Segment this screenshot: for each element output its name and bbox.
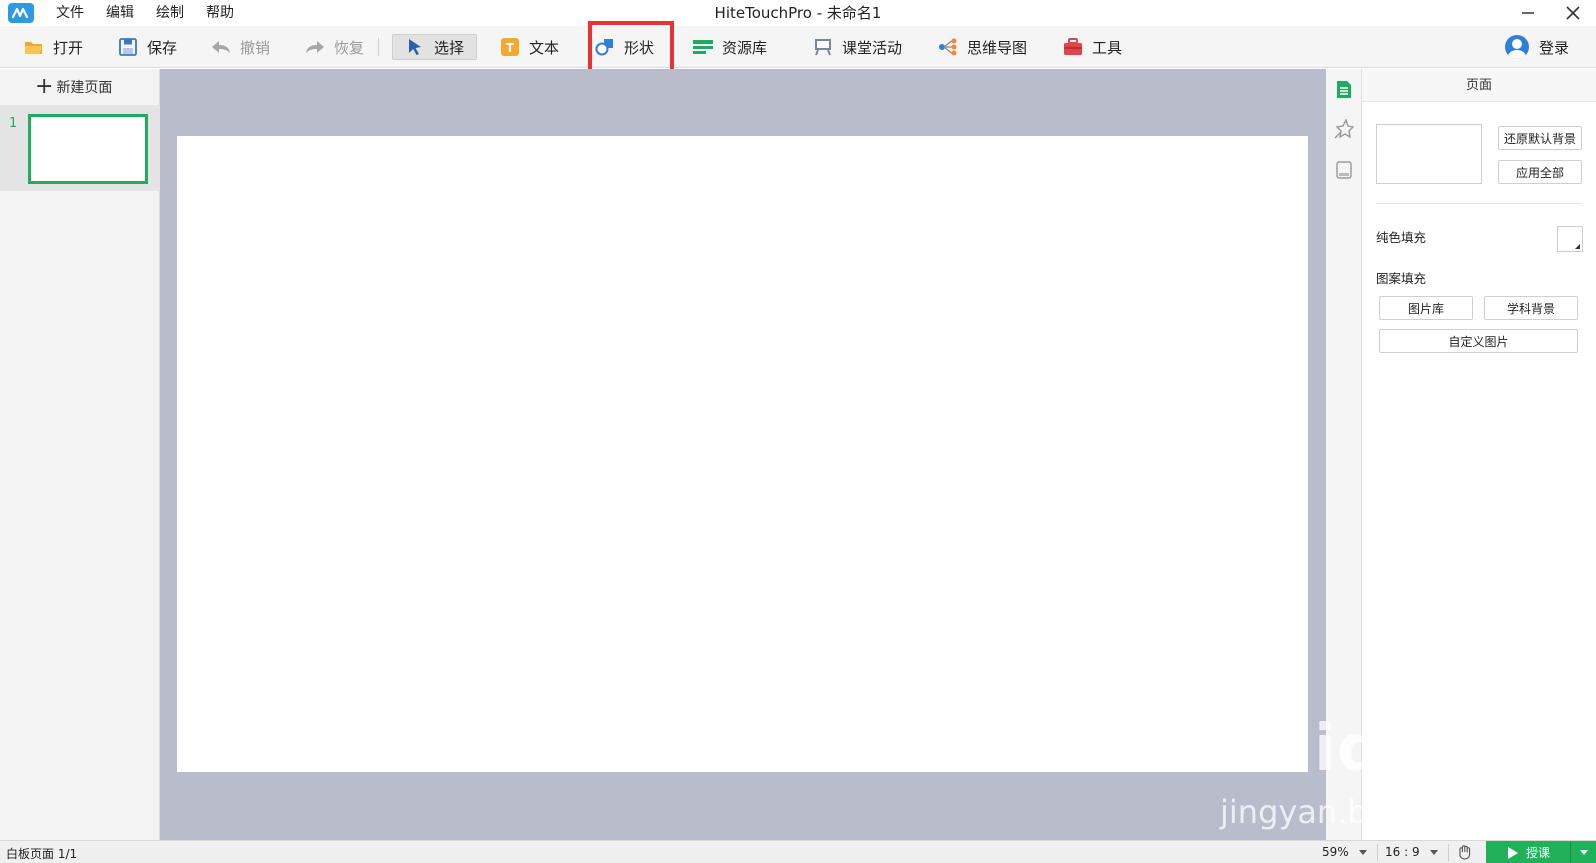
minimize-button[interactable] [1505, 0, 1551, 26]
page-number: 1 [9, 116, 18, 131]
activity-button[interactable]: 课堂活动 [813, 34, 902, 60]
teach-label: 授课 [1526, 846, 1551, 860]
mindmap-icon [938, 37, 958, 57]
login-label: 登录 [1539, 38, 1570, 57]
page-list-item[interactable]: 1 [0, 105, 160, 191]
folder-icon [24, 37, 44, 57]
book-icon[interactable] [1334, 160, 1354, 180]
image-gallery-button[interactable]: 图片库 [1379, 296, 1473, 320]
redo-icon [305, 37, 325, 57]
menu-file[interactable]: 文件 [56, 0, 84, 26]
undo-label: 撤销 [240, 38, 271, 57]
aspect-ratio-select[interactable]: 16 : 9 [1385, 845, 1438, 859]
status-divider [1377, 844, 1378, 861]
select-button[interactable]: 选择 [392, 34, 478, 60]
menu-edit[interactable]: 编辑 [106, 0, 134, 26]
status-bar: 白板页面 1/1 59% 16 : 9 授课 [0, 840, 1596, 863]
plus-icon: + [35, 74, 54, 99]
hand-gesture-icon [1459, 845, 1471, 860]
menu-draw[interactable]: 绘制 [156, 0, 184, 26]
background-preview [1376, 124, 1482, 184]
open-button[interactable]: 打开 [24, 34, 83, 60]
text-label: 文本 [529, 38, 560, 57]
resources-button[interactable]: 资源库 [693, 34, 767, 60]
restore-default-background-button[interactable]: 还原默认背景 [1498, 126, 1582, 150]
play-icon [1508, 846, 1518, 859]
new-page-label: 新建页面 [56, 80, 113, 96]
zoom-select[interactable]: 59% [1322, 845, 1367, 859]
menu-help[interactable]: 帮助 [206, 0, 234, 26]
toolbox-icon [1063, 37, 1083, 57]
main-toolbar: 打开 保存 撤销 恢复 选择 T 文本 形状 资源库 课堂活动 思维导图 工具 [0, 26, 1596, 68]
tools-label: 工具 [1092, 38, 1123, 57]
save-button[interactable]: 保存 [118, 34, 177, 60]
minimize-icon [1522, 12, 1534, 14]
redo-button[interactable]: 恢复 [305, 34, 364, 60]
svg-text:T: T [506, 41, 515, 55]
undo-button[interactable]: 撤销 [211, 34, 270, 60]
text-button[interactable]: T 文本 [500, 34, 559, 60]
pattern-fill-label: 图案填充 [1376, 271, 1427, 286]
page-properties-icon[interactable] [1334, 79, 1354, 99]
chevron-down-icon [1358, 849, 1367, 855]
custom-image-button[interactable]: 自定义图片 [1379, 329, 1578, 353]
status-divider [1448, 844, 1449, 861]
user-avatar-icon [1505, 35, 1529, 59]
open-label: 打开 [53, 38, 84, 57]
title-bar: 文件 编辑 绘制 帮助 HiteTouchPro - 未命名1 [0, 0, 1596, 26]
toolbar-divider [378, 38, 379, 56]
watermark-url: jingyan.baidu.com [1220, 793, 1516, 831]
close-icon [1566, 6, 1580, 20]
subject-background-button[interactable]: 学科背景 [1484, 296, 1578, 320]
solid-fill-color-picker[interactable] [1557, 226, 1583, 252]
zoom-value: 59% [1322, 845, 1349, 859]
page-thumbnail[interactable] [28, 114, 148, 184]
teach-dropdown-button[interactable] [1570, 841, 1596, 863]
gesture-button[interactable] [1457, 844, 1473, 860]
activity-label: 课堂活动 [842, 38, 903, 57]
save-icon [118, 37, 138, 57]
resource-library-icon [693, 37, 713, 57]
menu-bar: 文件 编辑 绘制 帮助 [56, 0, 256, 26]
close-button[interactable] [1550, 0, 1596, 26]
tools-button[interactable]: 工具 [1063, 34, 1122, 60]
baidu-watermark: Baidu 经验 jingyan.baidu.com [1220, 688, 1520, 838]
cursor-arrow-icon [405, 37, 425, 57]
panel-divider [1376, 203, 1582, 204]
chevron-down-icon [1429, 849, 1438, 855]
watermark-brand: Baidu [1220, 712, 1431, 786]
redo-label: 恢复 [334, 38, 365, 57]
start-teaching-button[interactable]: 授课 [1486, 841, 1596, 863]
apply-all-button[interactable]: 应用全部 [1498, 160, 1582, 184]
mindmap-button[interactable]: 思维导图 [938, 34, 1027, 60]
pages-panel: + 新建页面 1 [0, 69, 160, 840]
text-icon: T [500, 37, 520, 57]
panel-title: 页面 [1362, 69, 1596, 102]
classroom-board-icon [813, 37, 833, 57]
aspect-ratio-value: 16 : 9 [1385, 845, 1420, 859]
mindmap-label: 思维导图 [967, 38, 1028, 57]
undo-icon [211, 37, 231, 57]
animation-star-icon[interactable] [1334, 119, 1354, 139]
whiteboard-canvas[interactable] [177, 136, 1308, 772]
save-label: 保存 [147, 38, 178, 57]
select-label: 选择 [434, 38, 465, 57]
page-info-text: 白板页面 1/1 [6, 847, 78, 861]
resources-label: 资源库 [722, 38, 768, 57]
login-button[interactable]: 登录 [1505, 35, 1569, 59]
new-page-button[interactable]: + 新建页面 [0, 69, 160, 105]
canvas-workspace [160, 69, 1326, 840]
watermark-cn: 经验 [1410, 737, 1502, 791]
app-logo-icon [8, 3, 34, 23]
solid-fill-label: 纯色填充 [1376, 230, 1427, 245]
